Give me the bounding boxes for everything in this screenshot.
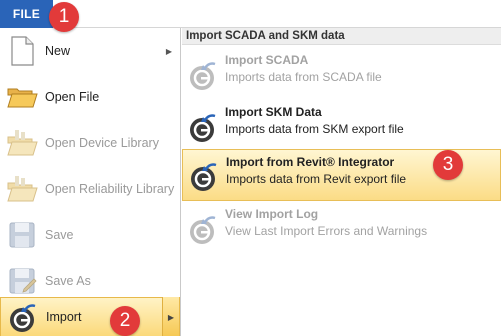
menu-item-label: Open File: [45, 90, 100, 104]
command-title: Import SKM Data: [225, 105, 322, 119]
command-view-import-log[interactable]: View Import Log View Last Import Errors …: [182, 202, 501, 254]
menu-item-open-device-library[interactable]: Open Device Library: [0, 120, 180, 166]
menu-item-import[interactable]: Import ▶: [0, 297, 180, 336]
device-library-icon: [6, 127, 38, 159]
file-menu-list: New ▶ Open File Open Device Library Open…: [0, 28, 181, 336]
callout-2: 2: [110, 306, 140, 336]
command-description: Imports data from SCADA file: [225, 70, 382, 84]
menu-item-open-reliability-library[interactable]: Open Reliability Library: [0, 166, 180, 212]
menu-item-label: Open Reliability Library: [45, 182, 175, 196]
menu-item-save[interactable]: Save: [0, 212, 180, 258]
command-import-skm-data[interactable]: Import SKM Data Imports data from SKM ex…: [182, 100, 501, 152]
menu-item-new[interactable]: New ▶: [0, 28, 180, 74]
command-description: Imports data from SKM export file: [225, 122, 404, 136]
submenu-arrow-icon: ▶: [165, 46, 172, 56]
menu-item-label: New: [45, 44, 71, 58]
new-document-icon: [6, 35, 38, 67]
submenu-header: Import SCADA and SKM data: [182, 28, 501, 45]
import-scada-icon: [187, 58, 219, 92]
command-import-scada[interactable]: Import SCADA Imports data from SCADA fil…: [182, 48, 501, 100]
menu-item-label: Save As: [45, 274, 91, 288]
import-submenu: Import SCADA and SKM data Import SCADA I…: [182, 28, 501, 336]
open-folder-icon: [6, 81, 38, 113]
view-import-log-icon: [187, 212, 219, 246]
submenu-arrow-icon: ▶: [167, 312, 175, 322]
command-description: Imports data from Revit export file: [226, 172, 407, 186]
command-title: Import SCADA: [225, 53, 309, 67]
reliability-library-icon: [6, 173, 38, 205]
file-tab[interactable]: FILE: [0, 0, 53, 28]
callout-3: 3: [433, 150, 463, 180]
import-icon: [7, 302, 39, 334]
menu-item-label: Open Device Library: [45, 136, 159, 150]
command-description: View Last Import Errors and Warnings: [225, 224, 428, 238]
command-title: View Import Log: [225, 207, 319, 221]
callout-1: 1: [49, 2, 79, 32]
import-revit-icon: [188, 159, 220, 193]
save-disk-icon: [6, 219, 38, 251]
menu-item-label: Import: [46, 310, 82, 324]
menu-item-open-file[interactable]: Open File: [0, 74, 180, 120]
save-as-icon: [6, 265, 38, 297]
menu-item-label: Save: [45, 228, 74, 242]
submenu-split-button[interactable]: ▶: [162, 297, 179, 336]
import-skm-icon: [187, 110, 219, 144]
command-title: Import from Revit® Integrator: [226, 155, 395, 169]
